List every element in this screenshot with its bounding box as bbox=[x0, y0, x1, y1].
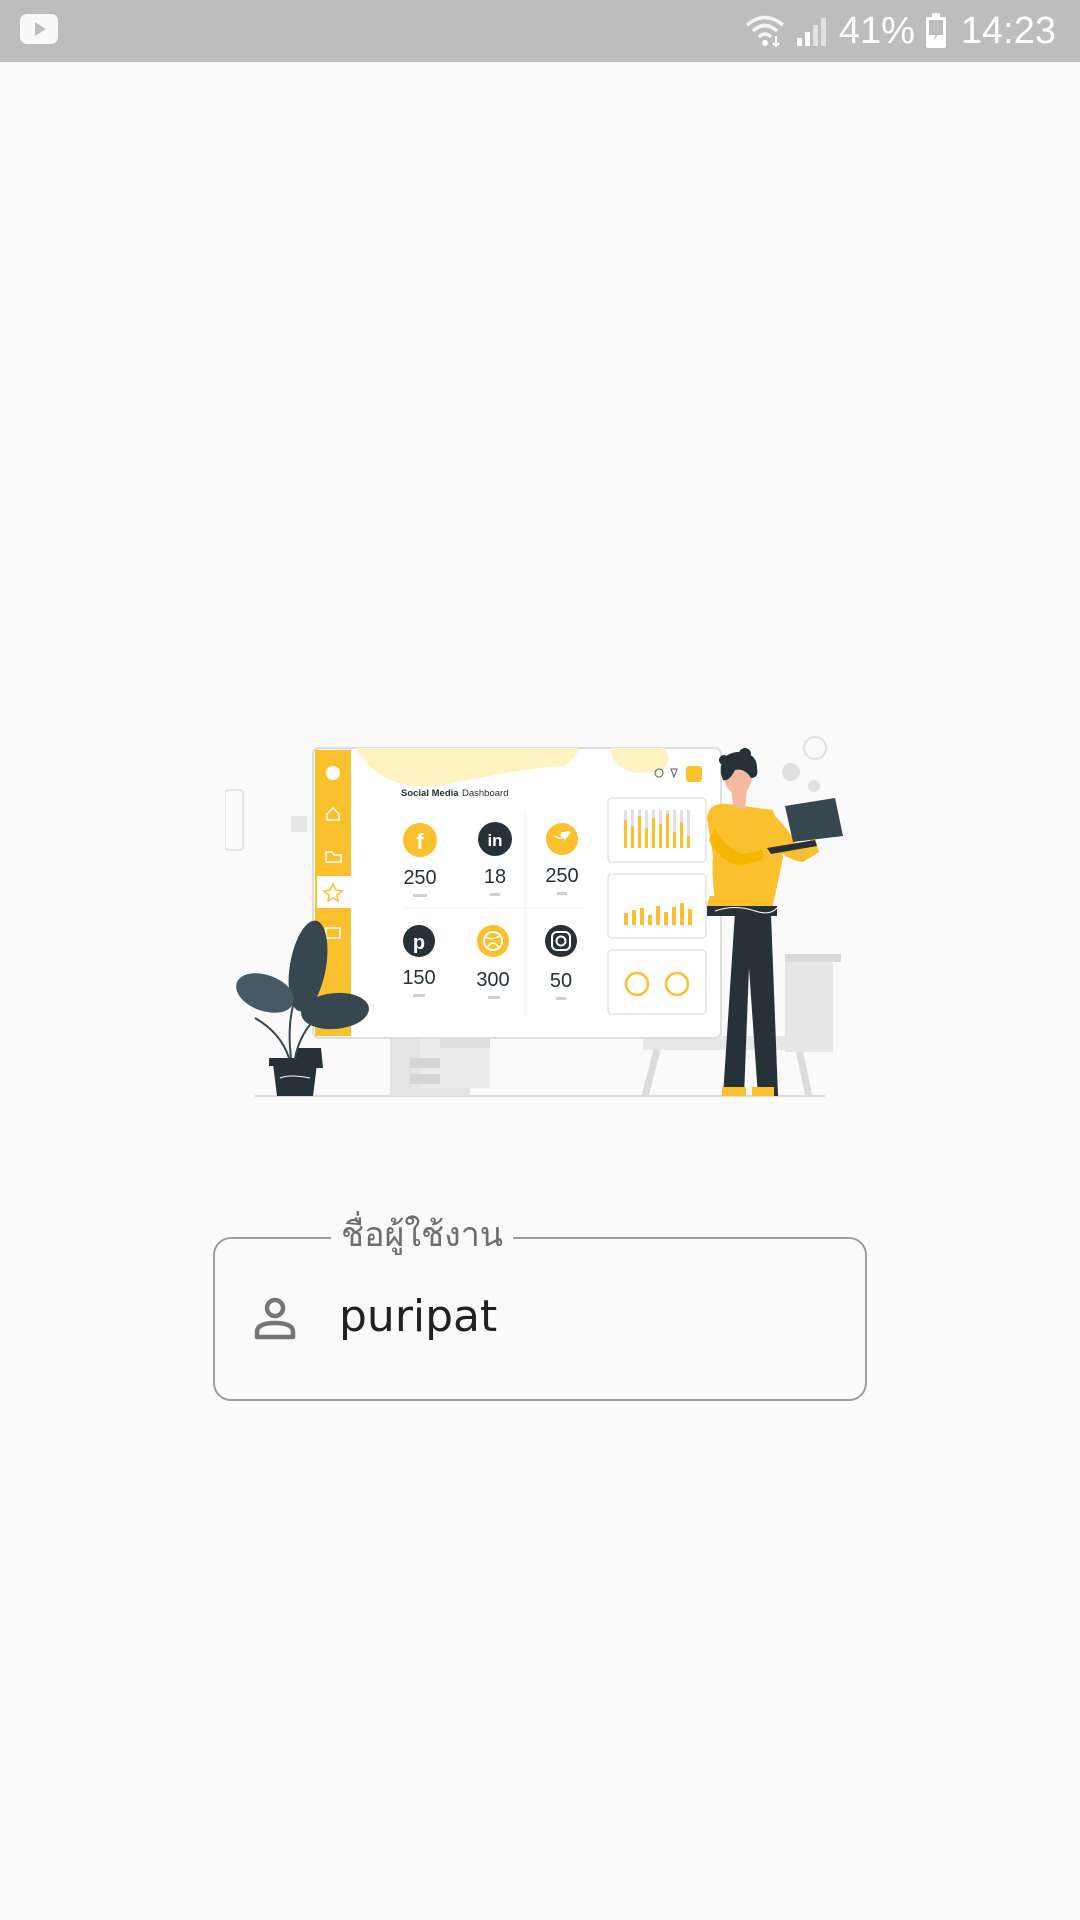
stat-value: 300 bbox=[476, 969, 509, 991]
youtube-icon bbox=[20, 14, 58, 44]
social-media-dashboard-illustration: Social Media Dashboard f in 250 18 250 p… bbox=[225, 736, 843, 1097]
signal-icon bbox=[796, 18, 826, 46]
twitter-icon bbox=[546, 823, 578, 855]
stat-value: 250 bbox=[403, 867, 436, 889]
stat-value: 50 bbox=[550, 970, 572, 992]
svg-text:p: p bbox=[413, 932, 425, 954]
battery-percent: 41% bbox=[838, 9, 915, 52]
username-field[interactable]: ชื่อผู้ใช้งาน bbox=[213, 1205, 867, 1401]
svg-text:in: in bbox=[487, 831, 502, 850]
svg-text:f: f bbox=[416, 829, 424, 854]
wifi-icon bbox=[745, 15, 784, 48]
dashboard-title-bold: Social Media bbox=[401, 788, 459, 799]
dashboard-title-light: Dashboard bbox=[462, 788, 508, 799]
status-bar: 41% 14:23 bbox=[0, 0, 1080, 62]
instagram-icon bbox=[545, 925, 577, 957]
dribbble-icon bbox=[477, 925, 509, 957]
clock: 14:23 bbox=[960, 9, 1056, 52]
person-icon bbox=[254, 1297, 296, 1340]
stat-value: 150 bbox=[402, 967, 435, 989]
stat-value: 250 bbox=[545, 865, 578, 887]
username-label: ชื่อผู้ใช้งาน bbox=[331, 1205, 514, 1265]
battery-icon bbox=[925, 13, 946, 48]
stat-value: 18 bbox=[484, 866, 506, 888]
username-input[interactable] bbox=[339, 1291, 819, 1342]
